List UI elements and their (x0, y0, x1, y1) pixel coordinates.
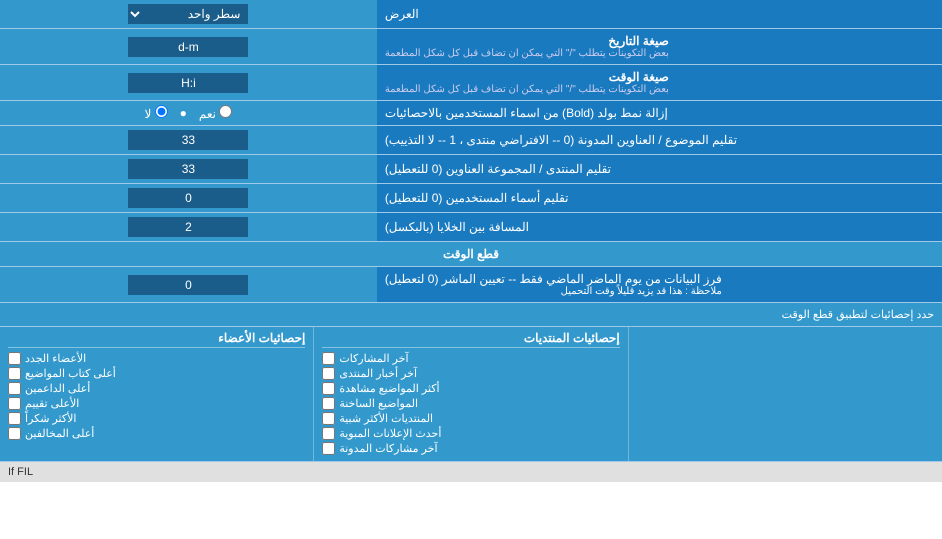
time-format-input[interactable] (128, 73, 248, 93)
date-format-input-cell (0, 29, 377, 64)
checkbox-item-mostthanked: الأكثر شكراً (8, 412, 305, 425)
topic-trim-input-cell (0, 126, 377, 154)
display-select[interactable]: سطر واحد (128, 4, 248, 24)
bold-radio-cell: نعم ● لا (0, 101, 377, 125)
checkbox-item-blog: آخر مشاركات المدونة (322, 442, 619, 455)
checkbox-mostviewed[interactable] (322, 382, 335, 395)
checkbox-toprated[interactable] (8, 397, 21, 410)
col1-header: إحصائيات الأعضاء (8, 331, 305, 348)
forum-trim-input-cell (0, 155, 377, 183)
date-format-label-main: صيغة التاريخ (385, 34, 669, 48)
display-label-text: العرض (385, 7, 419, 21)
spacing-input[interactable] (128, 217, 248, 237)
checkbox-item-supporters: أعلى الداعمين (8, 382, 305, 395)
forum-trim-input[interactable] (128, 159, 248, 179)
checkbox-blog[interactable] (322, 442, 335, 455)
checkbox-news[interactable] (322, 367, 335, 380)
display-label: العرض (377, 0, 942, 28)
time-format-label-sub: بعض التكوينات يتطلب "/" التي يمكن ان تضا… (385, 84, 669, 95)
checkbox-mostthanked[interactable] (8, 412, 21, 425)
checkbox-item-toprated: الأعلى تقييم (8, 397, 305, 410)
topic-trim-row: تقليم الموضوع / العناوين المدونة (0 -- ا… (0, 126, 942, 155)
checkbox-topviolators[interactable] (8, 427, 21, 440)
forum-trim-row: تقليم المنتدى / المجموعة العناوين (0 للت… (0, 155, 942, 184)
cutoff-input[interactable] (128, 275, 248, 295)
cutoff-section-header: قطع الوقت (0, 242, 942, 267)
limit-row: حدد إحصائيات لتطبيق قطع الوقت (0, 303, 942, 327)
checkbox-shares[interactable] (322, 352, 335, 365)
date-format-row: صيغة التاريخ بعض التكوينات يتطلب "/" الت… (0, 29, 942, 65)
checkbox-item-mostviewed: أكثر المواضيع مشاهدة (322, 382, 619, 395)
time-format-row: صيغة الوقت بعض التكوينات يتطلب "/" التي … (0, 65, 942, 101)
checkbox-col2: إحصائيات المنتديات آخر المشاركات آخر أخب… (313, 327, 628, 461)
cutoff-label-note: ملاحظة : هذا قد يزيد قليلاً وقت التحميل (385, 286, 722, 297)
display-input-cell: سطر واحد (0, 0, 377, 28)
checkboxes-container: إحصائيات المنتديات آخر المشاركات آخر أخب… (0, 327, 942, 462)
checkbox-col-empty (629, 327, 942, 461)
bold-row: إزالة نمط بولد (Bold) من اسماء المستخدمي… (0, 101, 942, 126)
bold-radio-yes-label: نعم (199, 105, 232, 121)
date-format-label: صيغة التاريخ بعض التكوينات يتطلب "/" الت… (377, 29, 942, 64)
checkbox-similar[interactable] (322, 412, 335, 425)
checkbox-ads[interactable] (322, 427, 335, 440)
checkbox-col1: إحصائيات الأعضاء الأعضاء الجدد أعلى كتاب… (0, 327, 313, 461)
checkbox-hot[interactable] (322, 397, 335, 410)
spacing-label: المسافة بين الخلايا (بالبكسل) (377, 213, 942, 241)
checkbox-item-topwriters: أعلى كتاب المواضيع (8, 367, 305, 380)
bold-label: إزالة نمط بولد (Bold) من اسماء المستخدمي… (377, 101, 942, 125)
username-trim-input[interactable] (128, 188, 248, 208)
topic-trim-label: تقليم الموضوع / العناوين المدونة (0 -- ا… (377, 126, 942, 154)
username-trim-row: تقليم أسماء المستخدمين (0 للتعطيل) (0, 184, 942, 213)
bold-radio-yes[interactable] (219, 105, 232, 118)
checkbox-item-topviolators: أعلى المخالفين (8, 427, 305, 440)
time-format-input-cell (0, 65, 377, 100)
display-row: العرض سطر واحد (0, 0, 942, 29)
checkbox-item-newmembers: الأعضاء الجدد (8, 352, 305, 365)
checkbox-item-shares: آخر المشاركات (322, 352, 619, 365)
checkbox-item-ads: أحدث الإعلانات المبوية (322, 427, 619, 440)
checkbox-item-hot: المواضيع الساخنة (322, 397, 619, 410)
cutoff-label-main: فرز البيانات من يوم الماضر الماضي فقط --… (385, 272, 722, 286)
topic-trim-input[interactable] (128, 130, 248, 150)
forum-trim-label: تقليم المنتدى / المجموعة العناوين (0 للت… (377, 155, 942, 183)
footer-text: If FIL (8, 466, 33, 478)
col2-header: إحصائيات المنتديات (322, 331, 619, 348)
bold-radio-no-label: لا (144, 105, 167, 121)
checkbox-item-news: آخر أخبار المنتدى (322, 367, 619, 380)
date-format-input[interactable] (128, 37, 248, 57)
limit-row-text: حدد إحصائيات لتطبيق قطع الوقت (782, 309, 934, 321)
checkbox-item-similar: المنتديات الأكثر شبية (322, 412, 619, 425)
spacing-row: المسافة بين الخلايا (بالبكسل) (0, 213, 942, 242)
checkbox-supporters[interactable] (8, 382, 21, 395)
username-trim-input-cell (0, 184, 377, 212)
bold-radio-no[interactable] (155, 105, 168, 118)
username-trim-label: تقليم أسماء المستخدمين (0 للتعطيل) (377, 184, 942, 212)
checkbox-topwriters[interactable] (8, 367, 21, 380)
time-format-label-main: صيغة الوقت (385, 70, 669, 84)
cutoff-label: فرز البيانات من يوم الماضر الماضي فقط --… (377, 267, 942, 302)
footer-text-row: If FIL (0, 462, 942, 482)
time-format-label: صيغة الوقت بعض التكوينات يتطلب "/" التي … (377, 65, 942, 100)
date-format-label-sub: بعض التكوينات يتطلب "/" التي يمكن ان تضا… (385, 48, 669, 59)
spacing-input-cell (0, 213, 377, 241)
cutoff-input-cell (0, 267, 377, 302)
checkbox-newmembers[interactable] (8, 352, 21, 365)
cutoff-row: فرز البيانات من يوم الماضر الماضي فقط --… (0, 267, 942, 303)
